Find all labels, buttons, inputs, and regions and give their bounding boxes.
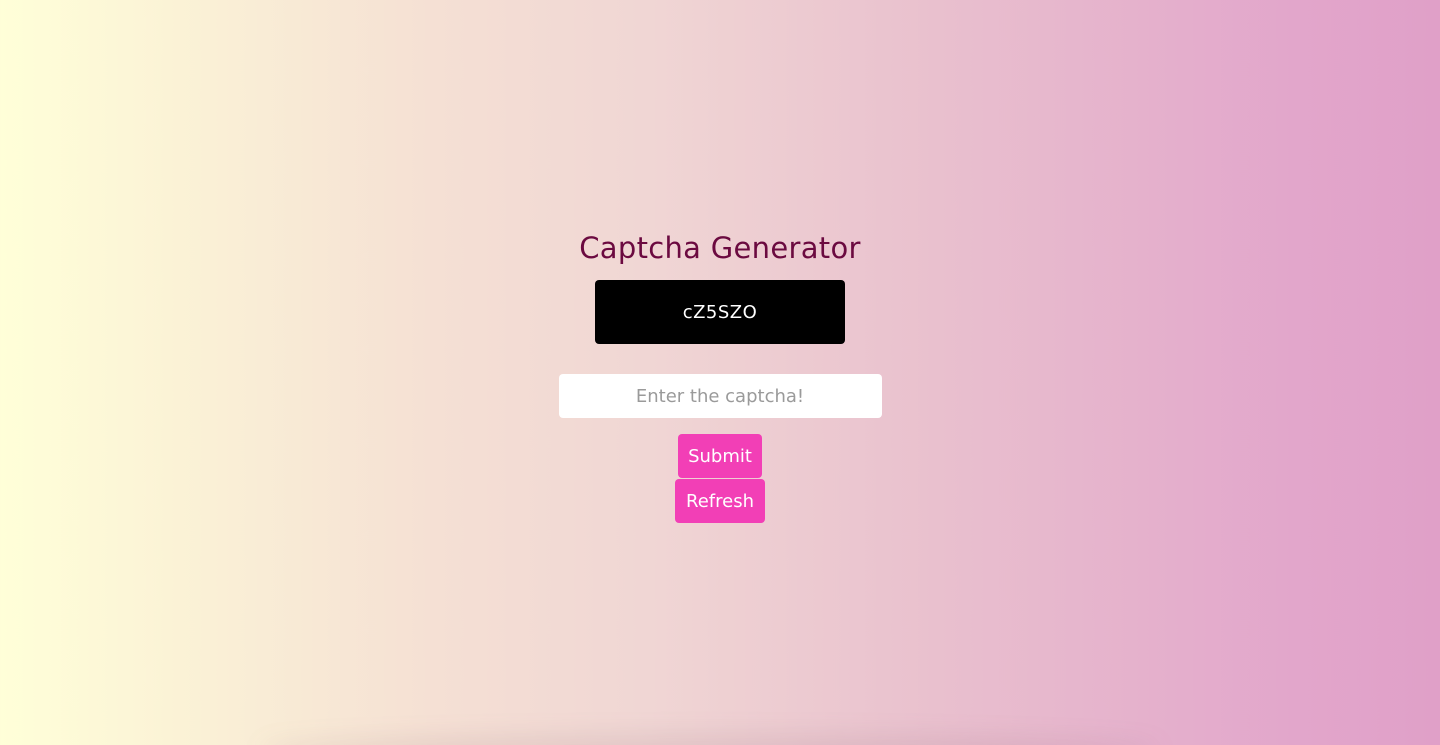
refresh-button[interactable]: Refresh (675, 479, 765, 523)
bottom-shadow (260, 735, 1160, 745)
captcha-display: cZ5SZO (595, 280, 845, 344)
submit-button[interactable]: Submit (678, 434, 762, 478)
captcha-code: cZ5SZO (682, 301, 758, 323)
captcha-input[interactable] (558, 374, 882, 418)
captcha-container: Captcha Generator cZ5SZO Submit Refresh (0, 228, 1440, 523)
page-title: Captcha Generator (579, 231, 861, 265)
page: { "page": { "title": "Captcha Generator"… (0, 0, 1440, 745)
